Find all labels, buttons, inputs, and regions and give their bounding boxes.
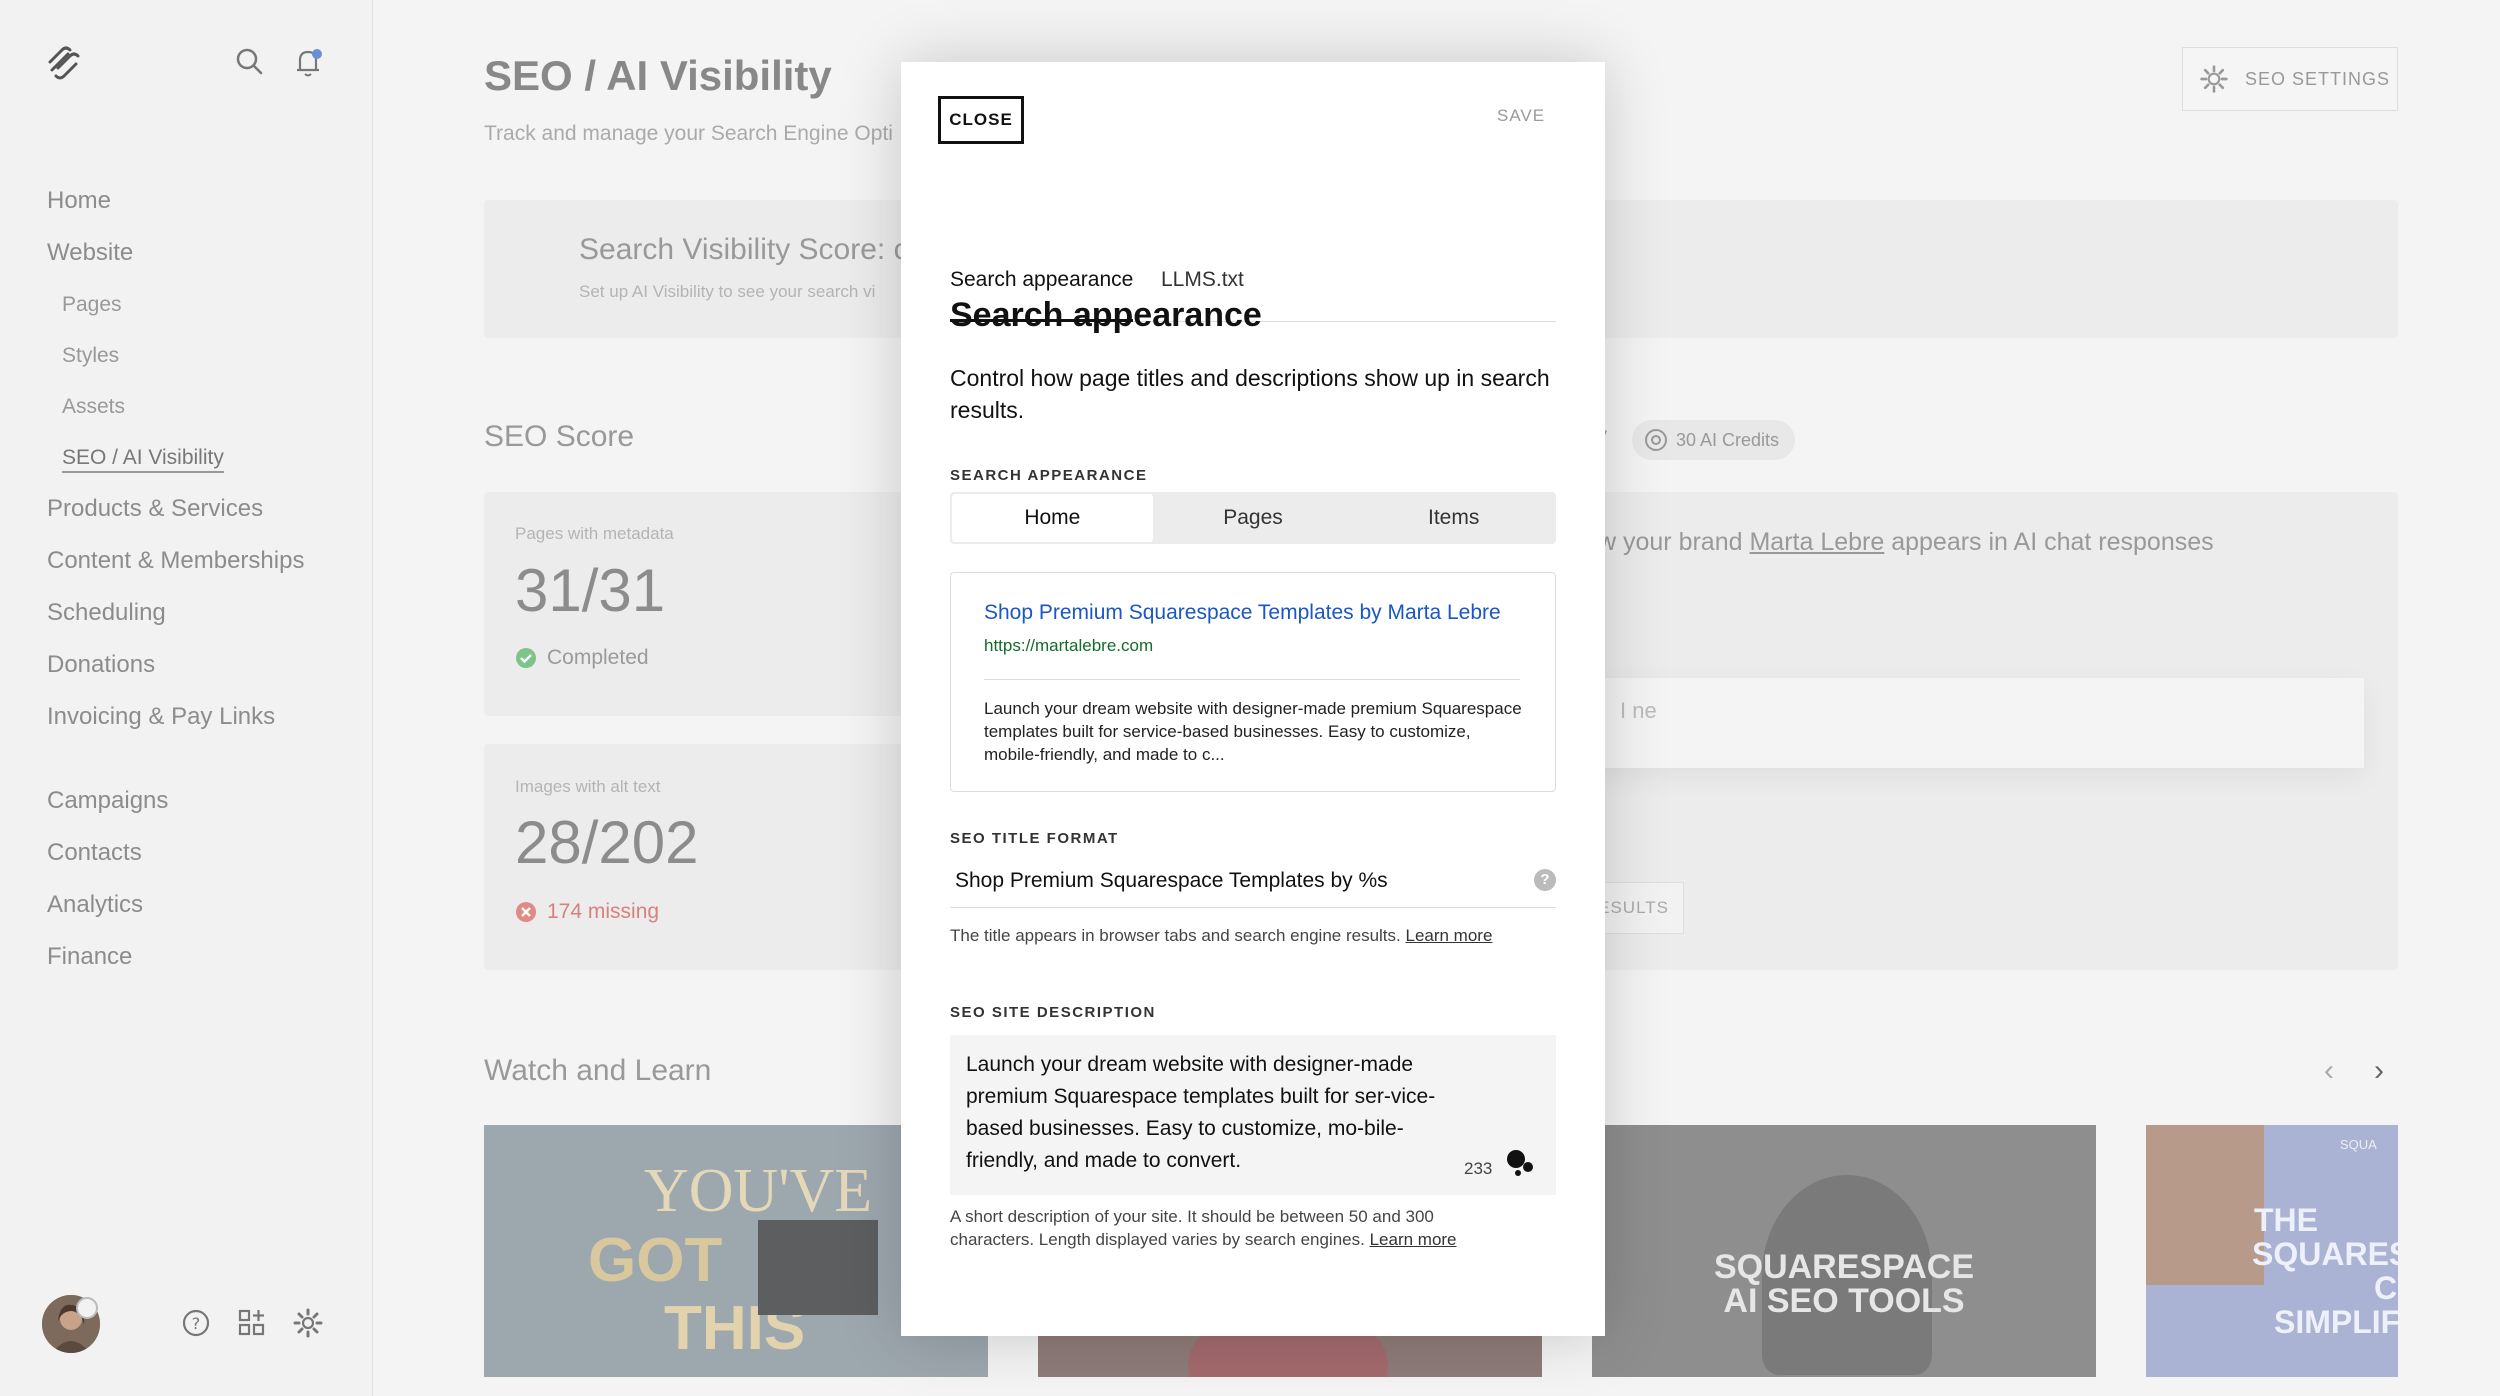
squarespace-logo-icon[interactable]: [44, 44, 82, 82]
sidebar-item-products-services[interactable]: Products & Services: [47, 483, 304, 535]
brand-description: w your brand Marta Lebre appears in AI c…: [1598, 528, 2214, 556]
sidebar-item-assets[interactable]: Assets: [47, 381, 304, 432]
metric-value: 28/202: [515, 809, 699, 876]
sidebar-item-contacts[interactable]: Contacts: [47, 827, 304, 879]
avatar-badge-icon: [76, 1297, 98, 1319]
sidebar-item-home[interactable]: Home: [47, 175, 304, 227]
ai-prompt-input[interactable]: I ne: [1584, 678, 2364, 768]
sidebar-item-website[interactable]: Website: [47, 227, 304, 279]
watch-learn-heading: Watch and Learn: [484, 1054, 712, 1087]
sidebar-item-analytics[interactable]: Analytics: [47, 879, 304, 931]
settings-gear-icon: [2200, 65, 2228, 93]
search-result-preview: Shop Premium Squarespace Templates by Ma…: [950, 572, 1556, 792]
sidebar-item-pages[interactable]: Pages: [47, 279, 304, 330]
status-completed: Completed: [515, 646, 649, 670]
description-hint: A short description of your site. It sho…: [950, 1207, 1457, 1249]
sidebar-item-campaigns[interactable]: Campaigns: [47, 775, 304, 827]
page-title: SEO / AI Visibility: [484, 52, 832, 99]
preview-url: https://martalebre.com: [984, 636, 1154, 655]
sidebar-item-scheduling[interactable]: Scheduling: [47, 587, 304, 639]
sidebar-item-styles[interactable]: Styles: [47, 330, 304, 381]
segment-home[interactable]: Home: [952, 494, 1153, 542]
sidebar: Home Website Pages Styles Assets SEO / A…: [0, 0, 373, 1396]
learn-more-link[interactable]: Learn more: [1370, 1230, 1457, 1249]
search-appearance-modal: CLOSE SAVE Search appearance LLMS.txt Se…: [901, 62, 1605, 1336]
page-subtitle: Track and manage your Search Engine Opti: [484, 122, 893, 145]
seo-score-heading: SEO Score: [484, 420, 635, 453]
help-icon[interactable]: ?: [1534, 869, 1556, 891]
segment-pages[interactable]: Pages: [1153, 494, 1354, 542]
visibility-score-subtitle: Set up AI Visibility to see your search …: [579, 282, 876, 301]
segment-items[interactable]: Items: [1353, 494, 1554, 542]
sidebar-item-donations[interactable]: Donations: [47, 639, 304, 691]
video-thumbnail[interactable]: SQUA THE SQUARES C SIMPLIFY: [2146, 1125, 2398, 1377]
error-circle-icon: [516, 902, 536, 922]
metric-label: Pages with metadata: [515, 524, 674, 543]
sidebar-item-finance[interactable]: Finance: [47, 931, 304, 983]
carousel-prev-icon[interactable]: ‹: [2324, 1054, 2334, 1088]
preview-title: Shop Premium Squarespace Templates by Ma…: [984, 601, 1501, 624]
seo-site-description-textarea[interactable]: Launch your dream website with designer-…: [950, 1035, 1556, 1195]
character-count: 233: [1464, 1159, 1493, 1178]
presenter-image: [758, 1220, 878, 1315]
site-description-label: SEO SITE DESCRIPTION: [950, 1004, 1156, 1021]
ai-credits-badge: 30 AI Credits: [1632, 420, 1796, 460]
visibility-score-title: Search Visibility Score: c: [579, 233, 909, 266]
seo-settings-button[interactable]: SEO SETTINGS: [2182, 47, 2398, 111]
title-hint: The title appears in browser tabs and se…: [950, 926, 1493, 945]
sidebar-item-content-memberships[interactable]: Content & Memberships: [47, 535, 304, 587]
apps-grid-icon[interactable]: [235, 1306, 269, 1340]
appearance-segmented-control: Home Pages Items: [950, 492, 1556, 544]
svg-text:?: ?: [192, 1314, 201, 1333]
status-missing: 174 missing: [515, 900, 659, 924]
preview-divider: [984, 679, 1520, 680]
brand-link[interactable]: Marta Lebre: [1749, 528, 1884, 556]
notification-bell-icon[interactable]: [290, 44, 326, 80]
title-format-label: SEO TITLE FORMAT: [950, 830, 1119, 847]
help-icon[interactable]: ?: [179, 1306, 213, 1340]
check-circle-icon: [516, 648, 536, 668]
credits-icon: [1645, 429, 1667, 451]
carousel-next-icon[interactable]: ›: [2374, 1054, 2384, 1088]
nav-divider-space: [47, 743, 304, 775]
save-button[interactable]: SAVE: [1497, 106, 1545, 126]
close-button[interactable]: CLOSE: [938, 96, 1024, 144]
sidebar-item-invoicing[interactable]: Invoicing & Pay Links: [47, 691, 304, 743]
video-thumbnail[interactable]: SQUARESPACE AI SEO TOOLS: [1592, 1125, 2096, 1377]
section-intro: Control how page titles and descriptions…: [950, 365, 1550, 423]
metric-label: Images with alt text: [515, 777, 661, 796]
sidebar-item-seo-ai-visibility[interactable]: SEO / AI Visibility: [47, 432, 304, 483]
preview-description: Launch your dream website with designer-…: [984, 699, 1522, 764]
metric-value: 31/31: [515, 557, 666, 624]
learn-more-link[interactable]: Learn more: [1405, 926, 1492, 945]
sidebar-nav: Home Website Pages Styles Assets SEO / A…: [47, 175, 304, 983]
search-appearance-label: SEARCH APPEARANCE: [950, 467, 1148, 484]
ai-generate-icon[interactable]: [1504, 1147, 1536, 1177]
settings-gear-icon[interactable]: [291, 1306, 325, 1340]
seo-title-format-input[interactable]: Shop Premium Squarespace Templates by %s…: [950, 854, 1556, 908]
section-heading: Search appearance: [950, 296, 1262, 334]
search-icon[interactable]: [232, 44, 268, 80]
